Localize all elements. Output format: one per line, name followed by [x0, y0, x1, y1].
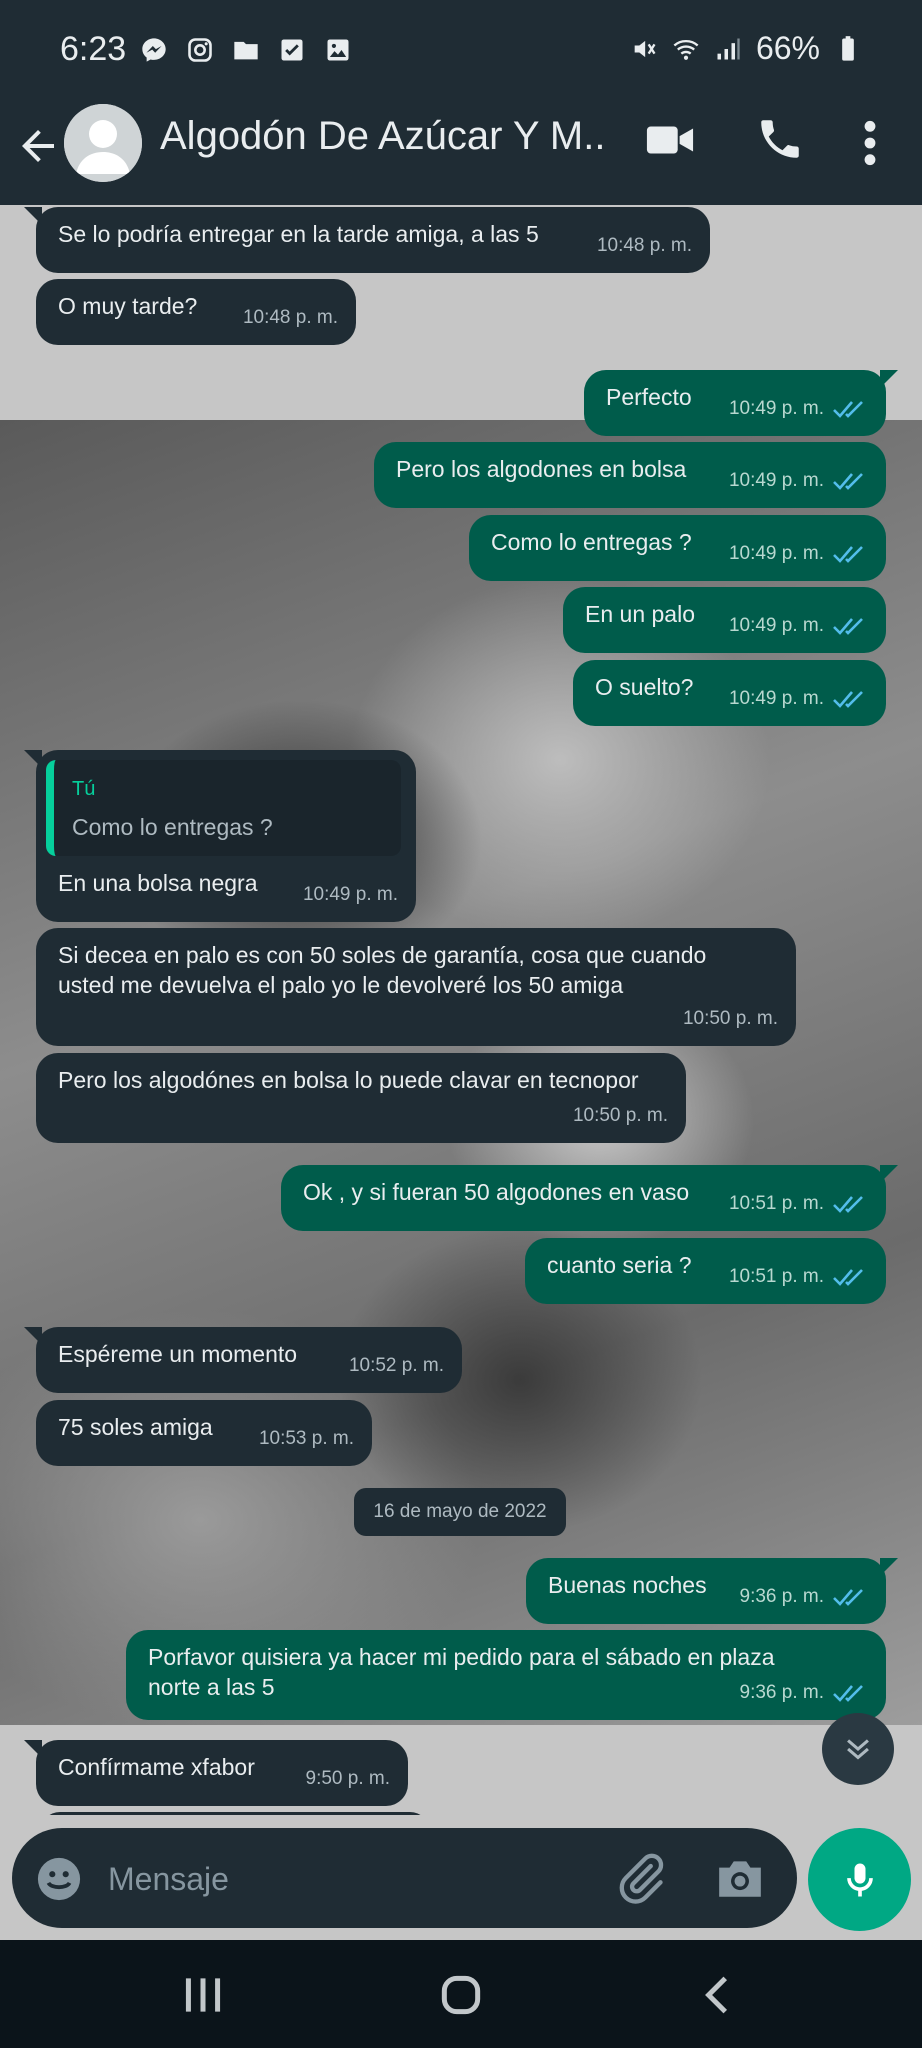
status-right: 66%	[630, 30, 862, 67]
message-outgoing[interactable]: En un palo 10:49 p. m.	[563, 587, 886, 653]
read-receipt-icon	[833, 473, 863, 490]
message-outgoing[interactable]: Como lo entregas ? 10:49 p. m.	[469, 515, 886, 581]
message-time: 9:36 p. m.	[739, 1682, 825, 1703]
read-receipt-icon	[833, 618, 863, 635]
double-chevron-down-icon	[847, 1739, 869, 1760]
chat-area[interactable]: Se lo podría entregar en la tarde amiga,…	[0, 205, 922, 1825]
message-time: 10:50 p. m.	[682, 1008, 778, 1029]
chat-header: Algodón De Azúcar Y M...	[0, 100, 922, 205]
message-time: 10:49 p. m.	[728, 688, 824, 709]
message-text: Pero los algodónes en bolsa lo puede cla…	[58, 1067, 639, 1093]
scroll-to-bottom-button[interactable]	[822, 1713, 894, 1785]
message-time: 10:53 p. m.	[258, 1428, 354, 1449]
battery-icon	[842, 35, 854, 61]
system-nav-bar	[0, 1940, 922, 2048]
bubble-tail	[880, 1558, 898, 1576]
message-outgoing[interactable]: cuanto seria ? 10:51 p. m.	[525, 1238, 886, 1304]
instagram-icon	[188, 38, 212, 62]
status-time: 6:23	[60, 30, 127, 68]
recent-apps-icon[interactable]	[178, 1970, 228, 2020]
bubble-tail	[24, 750, 42, 768]
message-incoming[interactable]: Pero los algodónes en bolsa lo puede cla…	[36, 1053, 686, 1143]
voice-message-button[interactable]	[808, 1828, 911, 1931]
back-arrow-icon[interactable]	[14, 122, 62, 170]
home-icon[interactable]	[436, 1970, 486, 2020]
microphone-icon	[846, 1863, 873, 1896]
bubble-tail	[24, 207, 42, 225]
date-divider: 16 de mayo de 2022	[354, 1488, 566, 1536]
message-outgoing[interactable]: Pero los algodones en bolsa 10:49 p. m.	[374, 442, 886, 508]
message-text: Se lo podría entregar en la tarde amiga,…	[58, 221, 539, 247]
more-options-icon[interactable]	[860, 118, 880, 168]
message-time: 10:49 p. m.	[728, 615, 824, 636]
attach-icon[interactable]	[615, 1852, 667, 1904]
message-text: Si decea en palo es con 50 soles de gara…	[58, 942, 707, 998]
message-incoming[interactable]: 75 soles amiga 10:53 p. m.	[36, 1400, 372, 1466]
read-receipt-icon	[833, 1685, 863, 1702]
avatar[interactable]	[64, 104, 142, 182]
message-time: 10:48 p. m.	[242, 307, 338, 328]
message-time: 9:50 p. m.	[305, 1768, 391, 1789]
read-receipt-icon	[833, 1269, 863, 1286]
message-incoming[interactable]: Se lo podría entregar en la tarde amiga,…	[24, 207, 710, 273]
quote-author: Tú	[72, 778, 96, 800]
status-bar: 6:23 66%	[0, 0, 922, 100]
read-receipt-icon	[833, 401, 863, 418]
message-outgoing[interactable]: Buenas noches 9:36 p. m.	[526, 1558, 898, 1624]
message-outgoing[interactable]: O suelto? 10:49 p. m.	[573, 660, 886, 726]
message-outgoing[interactable]: Perfecto 10:49 p. m.	[584, 370, 898, 436]
message-incoming[interactable]: Confírmame xfabor 9:50 p. m.	[24, 1740, 408, 1806]
read-receipt-icon	[833, 691, 863, 708]
notification-icons	[140, 36, 352, 64]
bubble-tail	[880, 370, 898, 388]
message-outgoing[interactable]: Ok , y si fueran 50 algodones en vaso 10…	[281, 1165, 898, 1231]
message-time: 10:49 p. m.	[728, 470, 824, 491]
quote-text: Como lo entregas ?	[72, 814, 273, 840]
read-receipt-icon	[833, 1589, 863, 1606]
default-avatar-icon	[64, 104, 142, 182]
mute-icon	[634, 40, 656, 57]
message-time: 10:51 p. m.	[728, 1266, 824, 1287]
image-icon	[327, 39, 349, 61]
messenger-icon	[142, 38, 166, 62]
contact-name[interactable]: Algodón De Azúcar Y M...	[160, 114, 605, 159]
message-time: 10:51 p. m.	[728, 1193, 824, 1214]
message-time: 10:48 p. m.	[596, 235, 692, 256]
folder-icon	[234, 41, 258, 60]
message-incoming[interactable]: Si decea en palo es con 50 soles de gara…	[36, 928, 796, 1046]
message-time: 10:49 p. m.	[302, 884, 398, 905]
message-incoming-reply[interactable]: Tú Como lo entregas ? En una bolsa negra…	[24, 750, 416, 922]
message-time: 10:49 p. m.	[728, 398, 824, 419]
bubble-tail	[880, 1165, 898, 1183]
read-receipt-icon	[833, 1196, 863, 1213]
message-incoming[interactable]: O muy tarde? 10:48 p. m.	[36, 279, 356, 345]
signal-icon	[717, 38, 740, 59]
battery-percent: 66%	[755, 30, 820, 66]
read-receipt-icon	[833, 546, 863, 563]
message-time: 10:52 p. m.	[348, 1355, 444, 1376]
message-input[interactable]	[108, 1856, 588, 1902]
message-incoming[interactable]: Espéreme un momento 10:52 p. m.	[24, 1327, 462, 1393]
checkbox-icon	[281, 39, 303, 61]
message-time: 10:49 p. m.	[728, 543, 824, 564]
message-time: 9:36 p. m.	[739, 1586, 825, 1607]
bubble-tail	[24, 1740, 42, 1758]
phone-call-icon[interactable]	[755, 114, 805, 164]
message-outgoing[interactable]: Porfavor quisiera ya hacer mi pedido par…	[126, 1630, 886, 1720]
quoted-message[interactable]: Tú Como lo entregas ?	[46, 760, 401, 856]
emoji-icon[interactable]	[36, 1856, 82, 1902]
system-back-icon[interactable]	[694, 1970, 744, 2020]
wifi-icon	[673, 39, 699, 60]
message-time: 10:50 p. m.	[572, 1105, 668, 1126]
camera-icon[interactable]	[715, 1854, 765, 1902]
bubble-tail	[24, 1327, 42, 1345]
video-call-icon[interactable]	[645, 120, 695, 160]
